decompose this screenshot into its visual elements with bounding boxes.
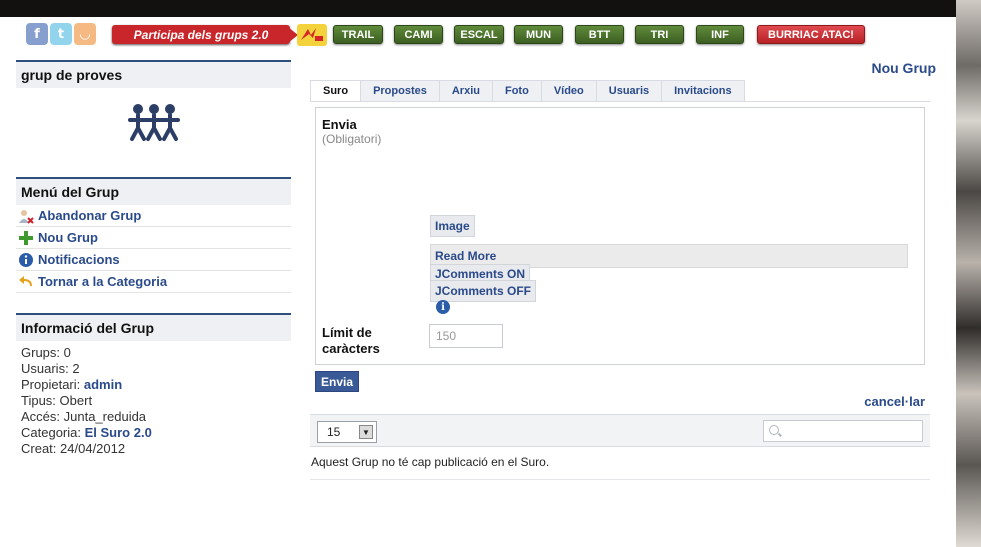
jcomments-off-button[interactable]: JComments OFF — [430, 280, 537, 302]
info-acces: Accés: Junta_reduida — [21, 409, 147, 424]
menu-item-nou-grup[interactable]: Nou Grup — [16, 227, 291, 249]
top-dark-bar — [0, 0, 956, 17]
facebook-icon[interactable]: f — [26, 23, 48, 45]
dropdown-arrow-icon[interactable]: ▼ — [359, 425, 373, 439]
tab-propostes[interactable]: Propostes — [361, 80, 440, 102]
twitter-icon[interactable]: t — [50, 23, 72, 45]
tab-usuaris[interactable]: Usuaris — [596, 80, 663, 102]
nav-mun-button[interactable]: MUN — [514, 25, 563, 44]
group-menu-title: Menú del Grup — [16, 179, 291, 205]
group-title: grup de proves — [16, 62, 291, 88]
logo-mark-icon — [301, 28, 323, 41]
group-menu-box: Menú del Grup Abandonar Grup Nou Grup No… — [16, 177, 291, 293]
char-limit-input[interactable]: 150 — [429, 324, 503, 348]
nav-trail-button[interactable]: TRAIL — [333, 25, 383, 44]
nav-cami-button[interactable]: CAMI — [394, 25, 443, 44]
category-link[interactable]: El Suro 2.0 — [85, 425, 152, 440]
tabs-divider — [310, 101, 930, 102]
info-tipus: Tipus: Obert — [21, 393, 93, 408]
info-creat: Creat: 24/04/2012 — [21, 441, 126, 456]
user-remove-icon — [18, 208, 34, 224]
nav-tri-button[interactable]: TRI — [635, 25, 684, 44]
info-categoria: Categoria: El Suro 2.0 — [21, 425, 152, 440]
menu-item-abandonar-grup[interactable]: Abandonar Grup — [16, 205, 291, 227]
info-icon — [18, 252, 34, 268]
empty-message: Aquest Grup no té cap publicació en el S… — [311, 455, 550, 469]
search-icon — [769, 425, 779, 435]
info-grups: Grups: 0 — [21, 345, 71, 360]
submit-button[interactable]: Envia — [315, 371, 360, 392]
tab-invitacions[interactable]: Invitacions — [662, 80, 745, 102]
content-tabs: Suro Propostes Arxiu Foto Vídeo Usuaris … — [310, 80, 745, 102]
background-photo-strip — [956, 0, 981, 547]
menu-item-tornar-categoria[interactable]: Tornar a la Categoria — [16, 271, 291, 293]
group-info-list: Grups: 0 Usuaris: 2 Propietari: admin Ti… — [16, 341, 291, 461]
envia-label: Envia — [322, 117, 357, 132]
nav-btt-button[interactable]: BTT — [575, 25, 624, 44]
nav-inf-button[interactable]: INF — [696, 25, 744, 44]
required-hint: (Obligatori) — [322, 132, 382, 146]
group-people-icon — [128, 104, 180, 141]
nav-burriac-atac-button[interactable]: BURRIAC ATAC! — [757, 25, 865, 44]
site-logo-icon[interactable] — [297, 24, 327, 46]
info-usuaris: Usuaris: 2 — [21, 361, 80, 376]
back-arrow-icon — [18, 274, 34, 290]
post-form: Envia (Obligatori) Image Read More JComm… — [315, 107, 925, 365]
nav-escal-button[interactable]: ESCAL — [454, 25, 504, 44]
list-toolbar: 15 ▼ — [310, 414, 930, 447]
group-info-box: Informació del Grup Grups: 0 Usuaris: 2 … — [16, 313, 291, 461]
help-info-icon[interactable]: i — [436, 300, 450, 314]
tab-video[interactable]: Vídeo — [541, 80, 597, 102]
plus-icon — [18, 230, 34, 246]
group-box: grup de proves — [16, 60, 291, 160]
bottom-divider — [310, 479, 930, 480]
menu-item-notificacions[interactable]: Notificacions — [16, 249, 291, 271]
tab-foto[interactable]: Foto — [492, 80, 542, 102]
participa-banner-button[interactable]: Participa dels grups 2.0 — [112, 25, 290, 44]
owner-link[interactable]: admin — [84, 377, 122, 392]
image-button[interactable]: Image — [430, 215, 475, 237]
tab-suro[interactable]: Suro — [310, 80, 362, 102]
page-size-select[interactable]: 15 ▼ — [317, 421, 377, 443]
tab-arxiu[interactable]: Arxiu — [439, 80, 493, 102]
cancel-link[interactable]: cancel·lar — [864, 394, 925, 409]
search-input[interactable] — [763, 420, 923, 442]
info-propietari: Propietari: admin — [21, 377, 123, 392]
group-info-title: Informació del Grup — [16, 315, 291, 341]
limit-label: Límit de caràcters — [322, 325, 380, 356]
new-group-link[interactable]: Nou Grup — [871, 60, 936, 76]
rss-icon[interactable]: ◡ — [74, 23, 96, 45]
